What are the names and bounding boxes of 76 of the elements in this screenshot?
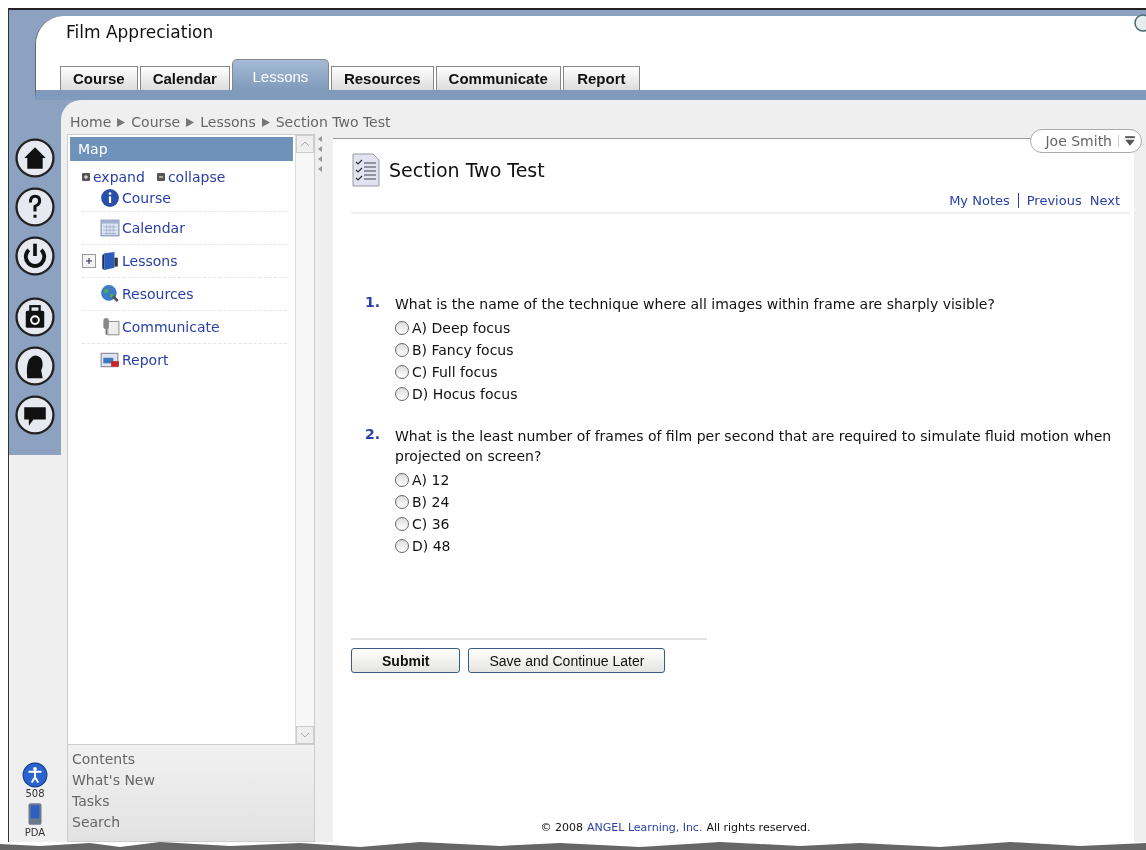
tab[interactable]: Calendar (139, 66, 230, 90)
breadcrumb-link[interactable]: Lessons (200, 114, 256, 130)
map-link[interactable]: Resources (122, 286, 194, 302)
tab[interactable]: Resources (330, 66, 434, 90)
save-button[interactable]: Save and Continue Later (468, 648, 666, 673)
copyright-text: © 2008 (540, 821, 584, 834)
radio-button[interactable] (395, 343, 409, 357)
radio-button[interactable] (395, 517, 409, 531)
radio-button[interactable] (395, 387, 409, 401)
course-title: Film Appreciation (65, 21, 214, 42)
map-link[interactable]: Course (122, 190, 171, 206)
question-number: 1. (365, 294, 381, 312)
radio-button[interactable] (395, 495, 409, 509)
tab[interactable]: Course (60, 66, 138, 90)
radio-button[interactable] (395, 321, 409, 335)
checklist-icon (351, 153, 381, 187)
map-link[interactable]: Calendar (122, 220, 185, 236)
tool-label[interactable]: PDA (24, 827, 46, 838)
map-link[interactable]: Lessons (122, 253, 178, 269)
triangle-icon (261, 117, 270, 127)
option-label[interactable]: B) 24 (412, 494, 450, 510)
option-label[interactable]: A) 12 (412, 472, 450, 488)
map-link[interactable]: Report (122, 352, 169, 368)
triangle-icon (117, 117, 126, 127)
briefcase-icon[interactable] (15, 297, 55, 337)
plus-icon (82, 173, 90, 181)
dropdown-icon (1118, 135, 1137, 147)
question-text: What is the least number of frames of film per second that are required to simulate fluid motion when projected on screen? (395, 427, 1113, 466)
question-number: 2. (365, 426, 381, 444)
nav-link[interactable]: Next (1089, 193, 1120, 208)
panel-link[interactable]: Tasks (72, 791, 314, 812)
tab[interactable]: Communicate (435, 66, 561, 90)
option-label[interactable]: A) Deep focus (412, 320, 511, 336)
collapse-link[interactable]: collapse (167, 169, 226, 185)
power-icon[interactable] (15, 236, 55, 276)
radio-button[interactable] (395, 539, 409, 553)
option-label[interactable]: B) Fancy focus (412, 342, 514, 358)
help-icon[interactable] (15, 187, 55, 227)
report-icon (100, 350, 120, 370)
submit-button[interactable]: Submit (351, 648, 461, 673)
globe-icon (100, 284, 120, 304)
option-label[interactable]: C) Full focus (412, 364, 498, 380)
tool-label[interactable]: 508 (25, 788, 45, 799)
triangle-icon (186, 117, 195, 127)
tab[interactable]: Report (562, 66, 640, 90)
microphone-icon (100, 317, 120, 337)
panel-link[interactable]: Search (72, 812, 314, 833)
info-icon (100, 188, 120, 208)
nav-link[interactable]: Previous (1026, 193, 1082, 208)
book-icon (100, 251, 120, 271)
nav-link[interactable]: My Notes (949, 193, 1010, 208)
profile-icon[interactable] (15, 346, 55, 386)
expand-toggle[interactable] (82, 254, 96, 268)
accessibility-icon[interactable] (22, 762, 48, 788)
radio-button[interactable] (395, 473, 409, 487)
radio-button[interactable] (395, 365, 409, 379)
home-icon[interactable] (15, 138, 55, 178)
question-text: What is the name of the technique where all images within frame are sharply visible? (395, 295, 995, 314)
user-menu[interactable]: Joe Smith (1030, 129, 1142, 153)
expand-link[interactable]: expand (93, 169, 145, 185)
panel-link[interactable]: Contents (72, 749, 314, 770)
rights-text: All rights reserved. (706, 821, 811, 834)
option-label[interactable]: C) 36 (412, 516, 450, 532)
page-title: Section Two Test (389, 159, 545, 181)
option-label[interactable]: D) 48 (412, 538, 451, 554)
calendar-icon (100, 218, 120, 238)
panel-link[interactable]: What's New (72, 770, 314, 791)
company-link[interactable]: ANGEL Learning, Inc. (587, 821, 703, 834)
minus-icon (156, 173, 165, 181)
option-label[interactable]: D) Hocus focus (412, 386, 518, 402)
map-header: Map (70, 137, 293, 161)
map-link[interactable]: Communicate (122, 319, 220, 335)
breadcrumb-link[interactable]: Home (70, 114, 112, 130)
breadcrumb-link[interactable]: Course (131, 114, 181, 130)
chat-icon[interactable] (15, 395, 55, 435)
breadcrumb-link[interactable]: Section Two Test (275, 114, 391, 130)
